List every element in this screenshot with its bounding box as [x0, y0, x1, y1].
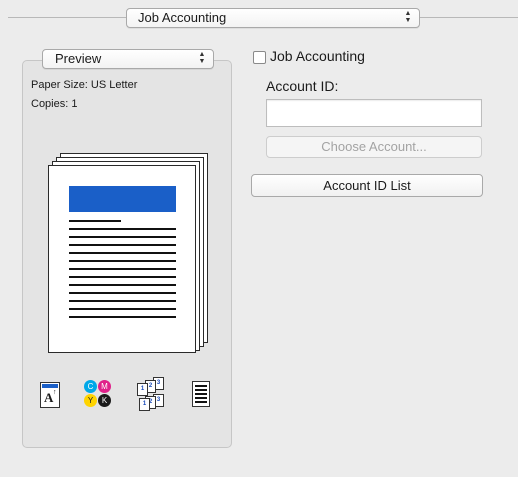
mini-page: 1 — [139, 398, 150, 411]
preview-text-line — [69, 308, 176, 310]
preview-header-band — [69, 186, 176, 212]
account-id-list-button[interactable]: Account ID List — [251, 174, 483, 197]
preview-text-line — [69, 228, 176, 230]
preview-group: Paper Size: US Letter Copies: 1 A ↑ C M … — [22, 60, 232, 448]
preview-text-line — [69, 220, 121, 222]
document-layout-icon — [192, 381, 210, 407]
panel-selector-label: Job Accounting — [138, 10, 227, 25]
up-down-arrows-icon: ▲ ▼ — [198, 51, 206, 65]
preview-text-line — [69, 268, 176, 270]
cyan-ink-dot: C — [84, 380, 97, 393]
preview-text-line — [69, 284, 176, 286]
top-separator-right — [420, 17, 518, 18]
account-id-label: Account ID: — [266, 78, 339, 94]
page-preview — [48, 153, 218, 353]
job-accounting-checkbox-label[interactable]: Job Accounting — [270, 48, 365, 64]
yellow-ink-dot: Y — [84, 394, 97, 407]
preview-text-line — [69, 252, 176, 254]
preview-text-line — [69, 244, 176, 246]
panel-selector-popup[interactable]: Job Accounting ▲ ▼ — [126, 8, 420, 28]
preview-text-line — [69, 316, 176, 318]
multiple-pages-icon: 3 2 1 3 2 1 — [135, 377, 167, 411]
choose-account-button[interactable]: Choose Account... — [266, 136, 482, 158]
mini-page: 1 — [137, 383, 148, 396]
job-accounting-checkbox[interactable] — [253, 51, 266, 64]
top-separator-left — [8, 17, 126, 18]
black-ink-dot: K — [98, 394, 111, 407]
up-down-arrows-icon: ▲ ▼ — [404, 10, 412, 24]
page-orientation-icon: A ↑ — [40, 382, 60, 408]
preview-mode-label: Preview — [55, 51, 102, 66]
magenta-ink-dot: M — [98, 380, 111, 393]
preview-sheet-front — [48, 165, 196, 353]
preview-text-line — [69, 236, 176, 238]
paper-size-text: Paper Size: US Letter — [31, 79, 138, 91]
preview-text-line — [69, 292, 176, 294]
color-ink-icon: C M Y K — [83, 379, 113, 409]
preview-text-line — [69, 300, 176, 302]
preview-text-line — [69, 260, 176, 262]
preview-text-line — [69, 276, 176, 278]
account-id-field[interactable] — [266, 99, 482, 127]
copies-text: Copies: 1 — [31, 98, 78, 110]
preview-mode-popup[interactable]: Preview ▲ ▼ — [42, 49, 214, 69]
